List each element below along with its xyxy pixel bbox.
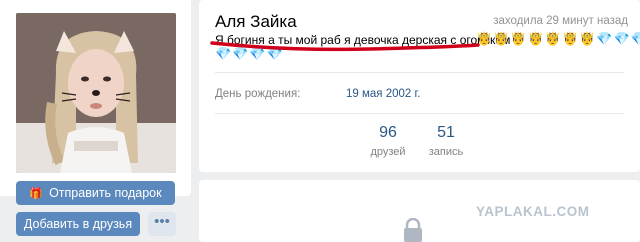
avatar-card	[0, 0, 191, 196]
status-emoji: 🤴	[527, 31, 544, 46]
last-seen-status: заходила 29 минут назад	[493, 15, 628, 27]
avatar[interactable]	[16, 13, 176, 173]
stat-posts-label: запись	[428, 146, 464, 158]
send-gift-button[interactable]: 🎁 Отправить подарок	[16, 181, 175, 205]
lock-icon	[404, 218, 422, 242]
status-emoji: 🤴	[544, 31, 561, 46]
status-emoji: 🤴	[493, 31, 510, 46]
birthday-label: День рождения:	[215, 88, 301, 100]
stat-posts-count: 51	[437, 124, 455, 141]
birthday-value[interactable]: 19 мая 2002 г.	[346, 88, 420, 100]
stat-posts[interactable]: 51 запись	[416, 124, 476, 158]
watermark: YAPLAKAL.COM	[476, 204, 590, 219]
add-friend-label: Добавить в друзья	[23, 217, 133, 231]
left-column: 🎁 Отправить подарок Добавить в друзья •••	[0, 0, 191, 242]
profile-info-card: Аля Зайка заходила 29 минут назад Я боги…	[199, 0, 640, 172]
send-gift-label: Отправить подарок	[49, 186, 162, 200]
status-emoji: 💎	[613, 31, 630, 46]
profile-name: Аля Зайка	[215, 12, 297, 31]
status-emoji-row: 🤴 🤴 🤴 🤴 🤴 🤴 🤴 💎 💎 💎	[476, 31, 640, 46]
stat-friends-label: друзей	[370, 146, 406, 158]
stat-friends-count: 96	[379, 124, 397, 141]
divider	[215, 113, 624, 114]
more-icon: •••	[154, 213, 170, 230]
gift-icon: 🎁	[29, 188, 44, 200]
divider	[215, 72, 624, 73]
avatar-photo	[16, 13, 176, 173]
status-emoji: 🤴	[579, 31, 596, 46]
status-emoji: 💎	[630, 31, 640, 46]
red-underline-annotation	[210, 41, 480, 52]
status-emoji: 🤴	[561, 31, 579, 46]
stat-friends[interactable]: 96 друзей	[358, 124, 418, 158]
status-emoji: 🤴	[510, 31, 527, 46]
add-friend-button[interactable]: Добавить в друзья	[16, 212, 140, 236]
more-actions-button[interactable]: •••	[148, 212, 176, 236]
status-emoji: 💎	[596, 31, 613, 46]
